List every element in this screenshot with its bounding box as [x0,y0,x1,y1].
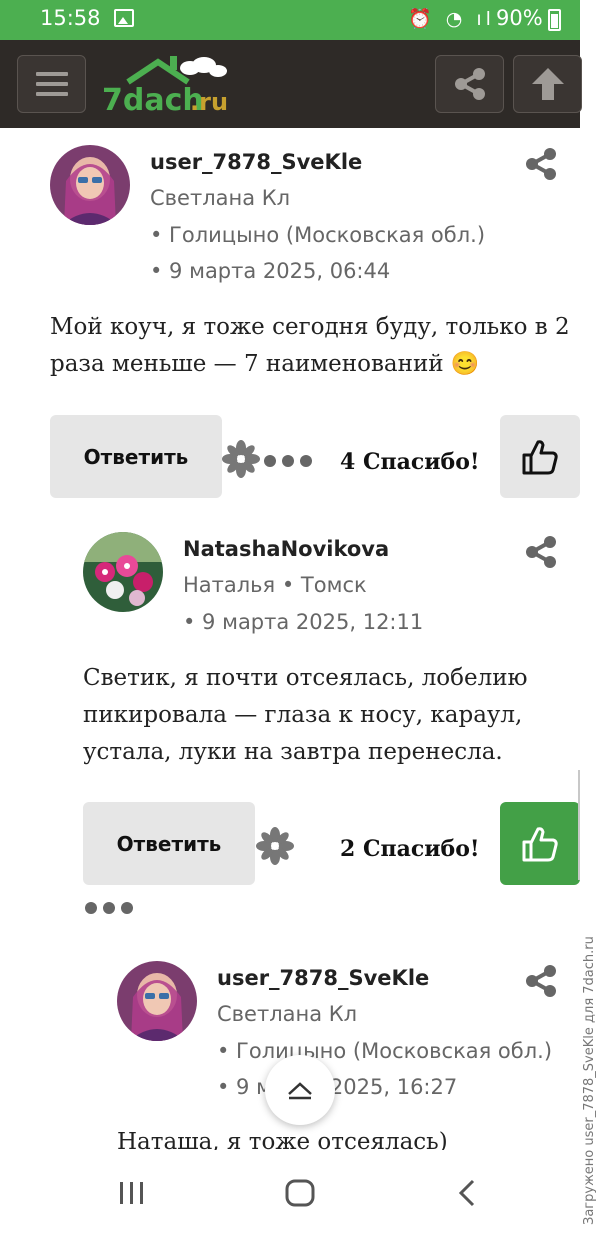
home-icon[interactable] [284,1178,316,1208]
scroll-up-button[interactable] [513,55,582,113]
flower-icon[interactable] [222,440,260,478]
share-icon [454,68,485,100]
like-button[interactable] [500,415,580,498]
more-options-icon[interactable] [264,455,312,467]
battery-level: 90% [496,6,543,30]
comment-author-info: Наталья • Томск [183,573,367,597]
battery-icon [548,9,561,31]
share-button[interactable] [435,55,504,113]
share-icon[interactable] [523,146,559,182]
menu-button[interactable] [17,55,86,113]
share-icon[interactable] [523,534,559,570]
like-button[interactable] [500,802,580,885]
comment-date: • 9 марта 2025, 16:27 [217,1075,458,1099]
comment-author-name: Светлана Кл [217,1002,358,1026]
system-nav-bar [0,1150,580,1233]
comment-text: Мой коуч, я тоже сегодня буду, только в … [50,314,570,377]
avatar[interactable] [83,532,163,612]
comment-username[interactable]: user_7878_SveKle [217,966,429,990]
thanks-count: 4 Спасибо! [340,449,480,475]
gallery-icon [114,9,134,27]
comment-username[interactable]: user_7878_SveKle [150,150,362,174]
recent-apps-icon[interactable] [118,1180,146,1206]
comment-text: Светик, я почти отсеялась, лобелию пикир… [83,665,528,765]
chevron-up-icon [288,1082,312,1100]
flower-icon[interactable] [256,827,294,865]
comment-location: • Голицыно (Московская обл.) [217,1039,553,1063]
status-bar: 15:58 ⏰ ◔ ıl 90% [0,0,580,40]
thumbs-up-icon [522,439,558,474]
reply-button[interactable]: Ответить [83,802,255,885]
app-header: 7dach .ru [0,40,582,128]
thumbs-up-icon [522,826,558,861]
share-icon[interactable] [523,963,559,999]
arrow-up-icon [531,68,564,100]
status-time: 15:58 [40,6,101,30]
avatar[interactable] [50,145,130,225]
hamburger-icon [35,72,68,96]
comment-username[interactable]: NatashaNovikova [183,537,389,561]
svg-text:7dach: 7dach [102,83,204,116]
comment-date: • 9 марта 2025, 06:44 [150,259,391,283]
status-icons: ⏰ ◔ ıl [408,8,495,30]
avatar-image [83,532,163,612]
comment-author-name: Светлана Кл [150,186,291,210]
avatar[interactable] [117,961,197,1041]
watermark: Загружено user_7878_SveKle для 7dach.ru [582,936,597,1225]
comment-location: • Голицыно (Московская обл.) [150,223,486,247]
thanks-count: 2 Спасибо! [340,836,480,862]
site-logo[interactable]: 7dach .ru [100,54,230,116]
avatar-image [50,145,130,225]
svg-text:.ru: .ru [190,88,228,116]
back-icon[interactable] [456,1178,478,1208]
reply-button[interactable]: Ответить [50,415,222,498]
avatar-image [117,961,197,1041]
comment-date: • 9 марта 2025, 12:11 [183,610,424,634]
scroll-to-top-button[interactable] [265,1055,335,1125]
more-options-icon[interactable] [85,902,133,914]
scrollbar[interactable] [578,770,580,880]
